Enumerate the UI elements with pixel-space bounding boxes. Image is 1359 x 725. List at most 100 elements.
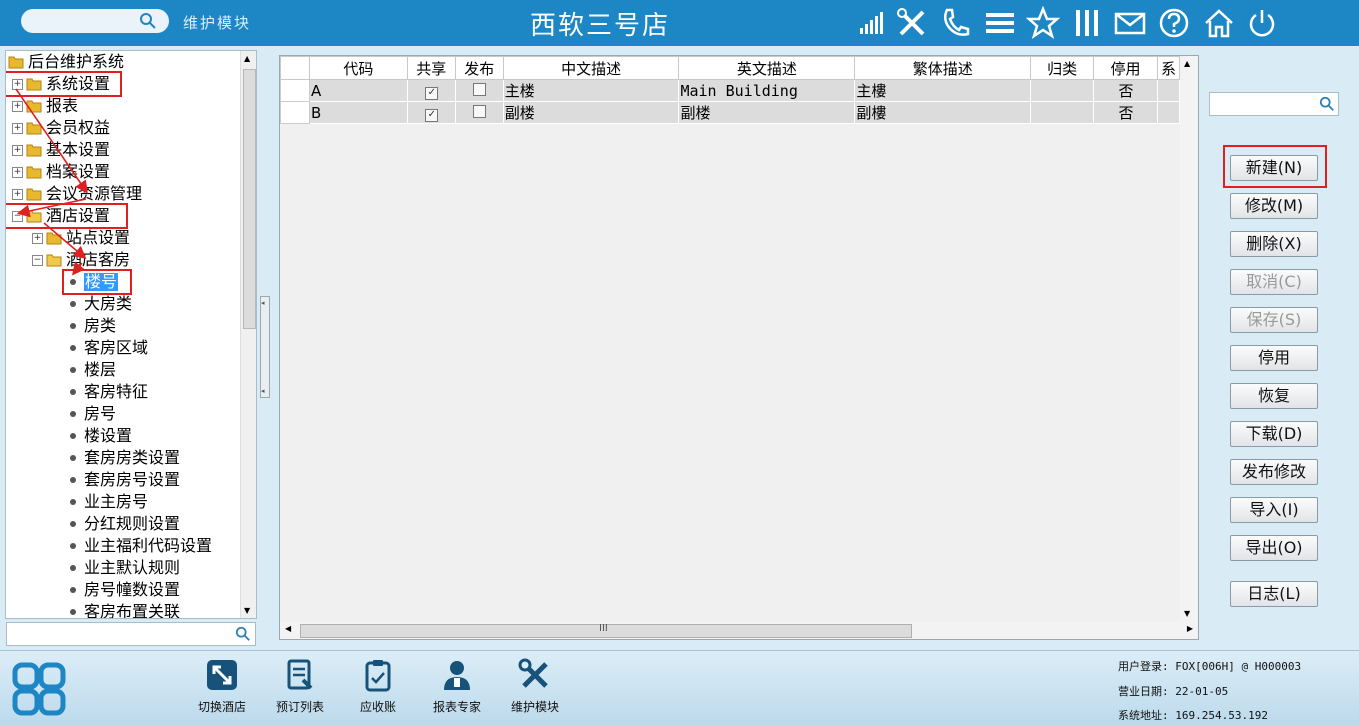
table-row[interactable]: B ✓ 副楼 副楼 副樓 否 xyxy=(280,101,1181,124)
col-header-shared[interactable]: 共享 xyxy=(406,56,456,80)
grid-horizontal-scrollbar[interactable]: ◀ III ▶ xyxy=(280,621,1198,639)
cell-english-desc[interactable]: Main Building xyxy=(678,79,856,102)
cell-system[interactable] xyxy=(1156,101,1181,124)
disable-button[interactable]: 停用 xyxy=(1230,345,1318,371)
checkbox-unchecked[interactable] xyxy=(473,104,487,118)
tool-label: 切换酒店 xyxy=(197,700,246,714)
filter-input[interactable] xyxy=(1209,92,1339,116)
import-button[interactable]: 导入(I) xyxy=(1230,497,1318,523)
receivables-button[interactable]: 应收账 xyxy=(338,658,418,715)
report-expert-button[interactable]: 报表专家 xyxy=(417,658,497,715)
thumb-grip: III xyxy=(599,623,608,634)
col-header-system[interactable]: 系 xyxy=(1156,56,1181,80)
scroll-up-icon[interactable]: ▲ xyxy=(1184,59,1190,68)
scroll-right-icon[interactable]: ▶ xyxy=(1187,624,1193,633)
cell-shared[interactable]: ✓ xyxy=(406,101,456,124)
cell-disabled[interactable]: 否 xyxy=(1093,101,1158,124)
phone-icon[interactable] xyxy=(938,6,972,40)
collapse-left-icon[interactable]: ◂ xyxy=(261,387,265,395)
checkbox-checked[interactable]: ✓ xyxy=(425,87,439,100)
collapse-left-icon[interactable]: ◂ xyxy=(261,299,265,307)
panel-splitter[interactable]: ◂ ◂ xyxy=(260,296,270,398)
scroll-down-icon[interactable]: ▼ xyxy=(1184,609,1190,618)
tree-search-input[interactable] xyxy=(6,622,256,646)
cell-disabled[interactable]: 否 xyxy=(1093,79,1158,102)
grid-vertical-scrollbar[interactable]: ▲ ▼ xyxy=(1180,56,1198,621)
tool-label: 应收账 xyxy=(359,700,396,714)
cell-traditional-desc[interactable]: 副樓 xyxy=(854,101,1032,124)
col-header-disabled[interactable]: 停用 xyxy=(1093,56,1158,80)
system-address-status: 系统地址: 169.254.53.192 xyxy=(1118,709,1268,722)
star-icon[interactable] xyxy=(1026,6,1060,40)
search-icon[interactable] xyxy=(139,12,157,30)
tool-label: 维护模块 xyxy=(510,700,559,714)
cell-code[interactable]: B xyxy=(308,101,408,124)
row-header-corner xyxy=(280,56,310,80)
col-header-published[interactable]: 发布 xyxy=(454,56,504,80)
switch-hotel-button[interactable]: 切换酒店 xyxy=(182,658,262,715)
signal-icon[interactable] xyxy=(856,6,890,40)
tree-scrollbar[interactable]: ▲ ▼ xyxy=(240,51,256,618)
annotation-arrows xyxy=(15,88,88,276)
cell-category[interactable] xyxy=(1030,101,1095,124)
cell-system[interactable] xyxy=(1156,79,1181,102)
columns-icon[interactable] xyxy=(1070,6,1104,40)
table-row[interactable]: A ✓ 主楼 Main Building 主樓 否 xyxy=(280,79,1181,102)
grid-body: 代码 共享 发布 中文描述 英文描述 繁体描述 归类 停用 系 A ✓ 主楼 M… xyxy=(280,56,1181,621)
log-button[interactable]: 日志(L) xyxy=(1230,581,1318,607)
col-header-category[interactable]: 归类 xyxy=(1030,56,1095,80)
search-icon[interactable] xyxy=(235,626,251,642)
store-title: 西软三号店 xyxy=(529,11,670,41)
publish-modify-button[interactable]: 发布修改 xyxy=(1230,459,1318,485)
scroll-left-icon[interactable]: ◀ xyxy=(285,624,291,633)
global-search-input[interactable] xyxy=(21,9,169,33)
tree-scroll-thumb[interactable] xyxy=(243,69,256,329)
new-button[interactable]: 新建(N) xyxy=(1230,155,1318,181)
modify-button[interactable]: 修改(M) xyxy=(1230,193,1318,219)
cell-english-desc[interactable]: 副楼 xyxy=(678,101,856,124)
cell-published[interactable] xyxy=(454,79,504,102)
download-button[interactable]: 下载(D) xyxy=(1230,421,1318,447)
cell-shared[interactable]: ✓ xyxy=(406,79,456,102)
cell-traditional-desc[interactable]: 主樓 xyxy=(854,79,1032,102)
business-date-status: 营业日期: 22-01-05 xyxy=(1118,685,1229,698)
tools-icon xyxy=(518,658,548,688)
row-header[interactable] xyxy=(280,101,310,124)
mail-icon[interactable] xyxy=(1113,6,1147,40)
help-icon[interactable] xyxy=(1157,6,1191,40)
tool-label: 报表专家 xyxy=(432,700,481,714)
cancel-button[interactable]: 取消(C) xyxy=(1230,269,1318,295)
switch-hotel-icon xyxy=(207,660,237,690)
checkbox-unchecked[interactable] xyxy=(473,82,487,96)
scroll-down-icon[interactable]: ▼ xyxy=(244,606,250,615)
scroll-up-icon[interactable]: ▲ xyxy=(244,54,250,63)
cell-chinese-desc[interactable]: 主楼 xyxy=(502,79,680,102)
report-expert-icon xyxy=(444,661,470,690)
cell-chinese-desc[interactable]: 副楼 xyxy=(502,101,680,124)
tree-content: 后台维护系统 + 系统设置 + 报表 + 会员权益 + 基本设置 + 档案设置 xyxy=(6,51,240,618)
navigation-tree: 后台维护系统 + 系统设置 + 报表 + 会员权益 + 基本设置 + 档案设置 xyxy=(5,50,257,619)
grid-hscroll-thumb[interactable]: III xyxy=(300,623,912,638)
maintenance-module-button[interactable]: 维护模块 xyxy=(495,658,575,715)
tools-icon[interactable] xyxy=(895,6,929,40)
reservation-list-button[interactable]: 预订列表 xyxy=(260,658,340,715)
save-button[interactable]: 保存(S) xyxy=(1230,307,1318,333)
menu-icon[interactable] xyxy=(983,6,1017,40)
checkbox-checked[interactable]: ✓ xyxy=(425,109,439,122)
col-header-english-desc[interactable]: 英文描述 xyxy=(678,56,856,80)
cell-published[interactable] xyxy=(454,101,504,124)
cell-code[interactable]: A xyxy=(308,79,408,102)
row-header[interactable] xyxy=(280,79,310,102)
power-icon[interactable] xyxy=(1245,6,1279,40)
col-header-code[interactable]: 代码 xyxy=(308,56,408,80)
home-icon[interactable] xyxy=(1202,6,1236,40)
reservation-list-icon xyxy=(287,659,313,690)
export-button[interactable]: 导出(O) xyxy=(1230,535,1318,561)
col-header-chinese-desc[interactable]: 中文描述 xyxy=(502,56,680,80)
delete-button[interactable]: 删除(X) xyxy=(1230,231,1318,257)
cell-category[interactable] xyxy=(1030,79,1095,102)
search-icon[interactable] xyxy=(1319,96,1335,112)
app-logo-icon[interactable] xyxy=(12,662,66,716)
col-header-traditional-desc[interactable]: 繁体描述 xyxy=(854,56,1032,80)
restore-button[interactable]: 恢复 xyxy=(1230,383,1318,409)
